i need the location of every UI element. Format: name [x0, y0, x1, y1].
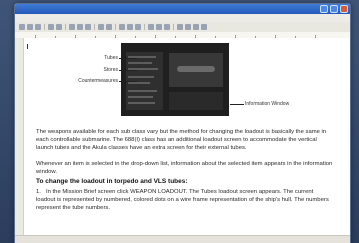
figure-list-row — [128, 82, 150, 84]
italic-icon[interactable] — [127, 24, 133, 30]
toolbar-separator — [94, 24, 95, 30]
step-text: In the Mission Brief screen click WEAPON… — [36, 189, 329, 211]
vertical-ruler[interactable] — [15, 38, 24, 236]
loadout-screenshot-figure — [121, 43, 229, 116]
toolbar-separator — [115, 24, 116, 30]
body-paragraph: The weapons available for each sub class… — [36, 129, 327, 151]
redo-icon[interactable] — [106, 24, 112, 30]
underline-icon[interactable] — [135, 24, 141, 30]
title-bar[interactable] — [15, 4, 350, 14]
figure-list-row — [128, 62, 152, 64]
callout-leader-line — [119, 58, 137, 59]
step-number: 1. — [36, 189, 41, 195]
table-icon[interactable] — [177, 24, 183, 30]
copy-icon[interactable] — [77, 24, 83, 30]
bold-icon[interactable] — [119, 24, 125, 30]
zoom-icon[interactable] — [193, 24, 199, 30]
toolbar-separator — [44, 24, 45, 30]
align-left-icon[interactable] — [148, 24, 154, 30]
callout-leader-line — [230, 104, 244, 105]
figure-list-row — [128, 96, 153, 98]
callout-information-window: Information Window — [245, 101, 290, 107]
body-paragraph: Whenever an item is selected in the drop… — [36, 161, 333, 175]
callout-tubes: Tubes — [104, 55, 118, 61]
undo-icon[interactable] — [98, 24, 104, 30]
toolbar-separator — [173, 24, 174, 30]
document-page[interactable]: Tubes Stores Countermeasures Information… — [24, 38, 350, 236]
callout-leader-line — [119, 70, 137, 71]
toolbar-separator — [65, 24, 66, 30]
instruction-step: 1. In the Mission Brief screen click WEAP… — [36, 188, 334, 212]
figure-list-row — [128, 76, 154, 78]
status-bar — [15, 235, 350, 243]
desktop-background: Tubes Stores Countermeasures Information… — [0, 0, 359, 243]
figure-information-panel — [169, 92, 223, 110]
document-window: Tubes Stores Countermeasures Information… — [14, 3, 351, 243]
minimize-button[interactable] — [320, 5, 328, 13]
text-cursor — [27, 44, 28, 49]
close-button[interactable] — [340, 5, 348, 13]
help-icon[interactable] — [201, 24, 207, 30]
paste-icon[interactable] — [85, 24, 91, 30]
figure-list-row — [128, 90, 157, 92]
new-document-icon[interactable] — [19, 24, 25, 30]
figure-hull-view — [169, 53, 223, 87]
callout-countermeasures: Countermeasures — [78, 78, 118, 84]
columns-icon[interactable] — [185, 24, 191, 30]
figure-list-row — [128, 102, 155, 104]
callout-stores: Stores — [103, 67, 118, 73]
toolbar-separator — [144, 24, 145, 30]
submarine-hull-shape — [177, 66, 215, 72]
open-folder-icon[interactable] — [27, 24, 33, 30]
print-preview-icon[interactable] — [56, 24, 62, 30]
maximize-button[interactable] — [330, 5, 338, 13]
align-center-icon[interactable] — [156, 24, 162, 30]
save-icon[interactable] — [35, 24, 41, 30]
callout-leader-line — [119, 81, 137, 82]
print-icon[interactable] — [48, 24, 54, 30]
align-right-icon[interactable] — [164, 24, 170, 30]
section-heading: To change the loadout in torpedo and VLS… — [36, 178, 188, 185]
cut-icon[interactable] — [69, 24, 75, 30]
